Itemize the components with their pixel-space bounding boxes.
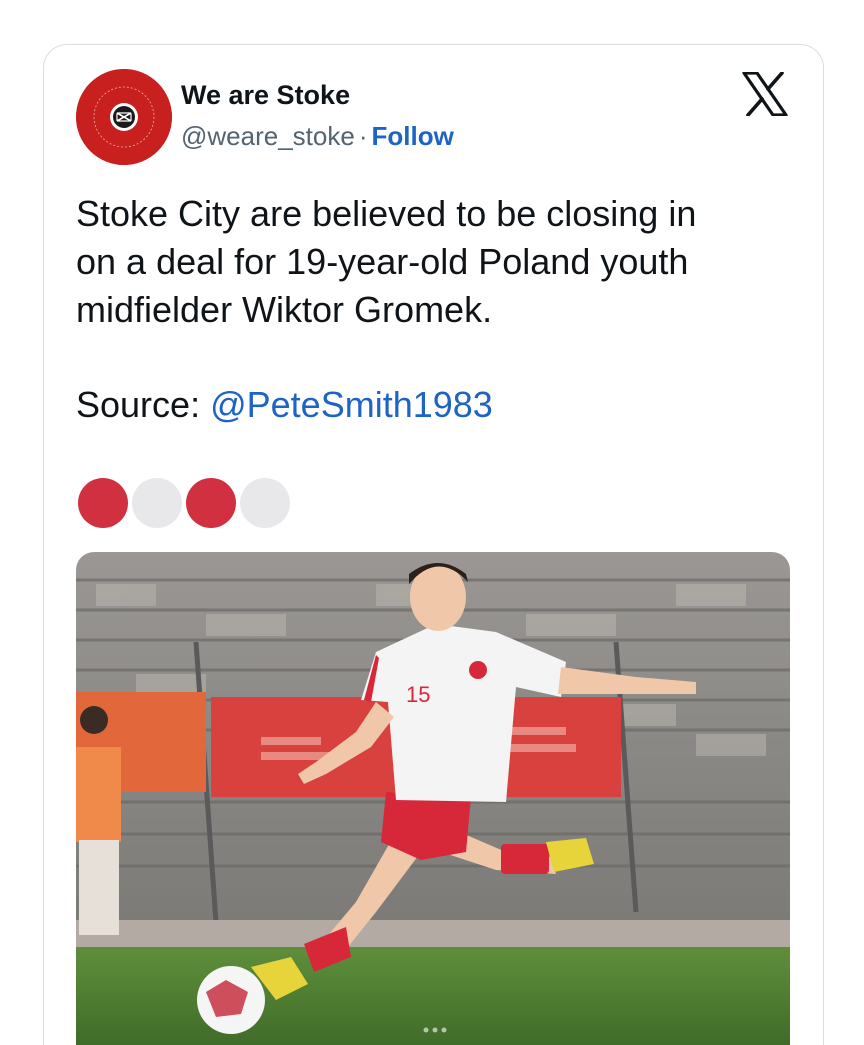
shirt-number: 15 (406, 682, 430, 707)
source-mention-link[interactable]: @PeteSmith1983 (210, 384, 493, 425)
red-circle-emoji (186, 478, 236, 528)
white-circle-emoji (132, 478, 182, 528)
footballer-photo: 15 (76, 552, 790, 1045)
x-logo-icon[interactable] (742, 72, 788, 116)
separator-dot: · (358, 121, 368, 151)
tweet-body-line: midfielder Wiktor Gromek. (76, 289, 493, 330)
follow-button[interactable]: Follow (371, 121, 453, 151)
author-display-name[interactable]: We are Stoke (181, 80, 350, 111)
tweet-media-photo[interactable]: 15 (76, 552, 790, 1045)
tweet-body: Stoke City are believed to be closing in… (76, 190, 796, 334)
we-are-stoke-logo-icon (76, 69, 172, 165)
white-circle-emoji (240, 478, 290, 528)
source-label: Source: (76, 384, 201, 425)
author-handle-row: @weare_stoke · Follow (181, 121, 454, 152)
source-line: Source: @PeteSmith1983 (76, 381, 493, 429)
emoji-circles (78, 478, 293, 528)
tweet-body-line: Stoke City are believed to be closing in (76, 193, 697, 234)
avatar[interactable] (76, 69, 172, 165)
red-circle-emoji (78, 478, 128, 528)
tweet-body-line: on a deal for 19-year-old Poland youth (76, 241, 689, 282)
author-handle[interactable]: @weare_stoke (181, 121, 355, 151)
